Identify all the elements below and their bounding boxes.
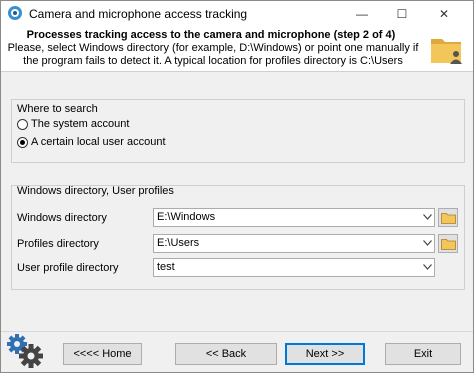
minimize-button[interactable]: — (343, 1, 381, 27)
footer-separator (1, 331, 473, 332)
user-profile-directory-combo[interactable]: test (153, 258, 435, 277)
exit-button[interactable]: Exit (385, 343, 461, 365)
step-title: Processes tracking access to the camera … (26, 29, 396, 41)
next-button[interactable]: Next >> (285, 343, 365, 365)
folder-icon (440, 212, 456, 224)
window-title: Camera and microphone access tracking (29, 7, 248, 21)
maximize-button[interactable]: ☐ (383, 1, 421, 27)
app-camera-icon (8, 6, 22, 20)
windows-directory-value: E:\Windows (157, 211, 216, 223)
profiles-directory-value: E:\Users (157, 237, 200, 249)
profiles-directory-combo[interactable]: E:\Users (153, 234, 435, 253)
chevron-down-icon[interactable] (423, 214, 432, 220)
gears-icon (7, 334, 43, 368)
directories-group-title: Windows directory, User profiles (17, 185, 174, 197)
step-description: Please, select Windows directory (for ex… (7, 42, 419, 67)
search-group-title: Where to search (17, 103, 98, 115)
folder-user-icon (431, 39, 462, 64)
user-profile-directory-value: test (157, 261, 175, 273)
browse-profiles-directory-button[interactable] (438, 234, 458, 253)
step-header: Processes tracking access to the camera … (1, 27, 473, 72)
close-button[interactable]: ✕ (425, 1, 463, 27)
radio-system-account[interactable]: The system account (17, 118, 129, 130)
radio-circle[interactable] (17, 136, 28, 148)
radio-selected-dot (20, 139, 25, 145)
chevron-down-icon[interactable] (423, 264, 432, 270)
back-button[interactable]: << Back (175, 343, 277, 365)
windows-directory-combo[interactable]: E:\Windows (153, 208, 435, 227)
folder-icon (440, 238, 456, 250)
windows-directory-label: Windows directory (17, 212, 107, 224)
radio-label: The system account (31, 118, 130, 130)
radio-circle[interactable] (17, 118, 28, 130)
profiles-directory-label: Profiles directory (17, 238, 99, 250)
title-bar: Camera and microphone access tracking — … (1, 1, 473, 27)
radio-label: A certain local user account (31, 136, 166, 148)
wizard-window: Camera and microphone access tracking — … (0, 0, 474, 373)
browse-windows-directory-button[interactable] (438, 208, 458, 227)
radio-local-user-account[interactable]: A certain local user account (17, 136, 166, 148)
home-button[interactable]: <<<< Home (63, 343, 142, 365)
user-profile-directory-label: User profile directory (17, 262, 119, 274)
chevron-down-icon[interactable] (423, 240, 432, 246)
